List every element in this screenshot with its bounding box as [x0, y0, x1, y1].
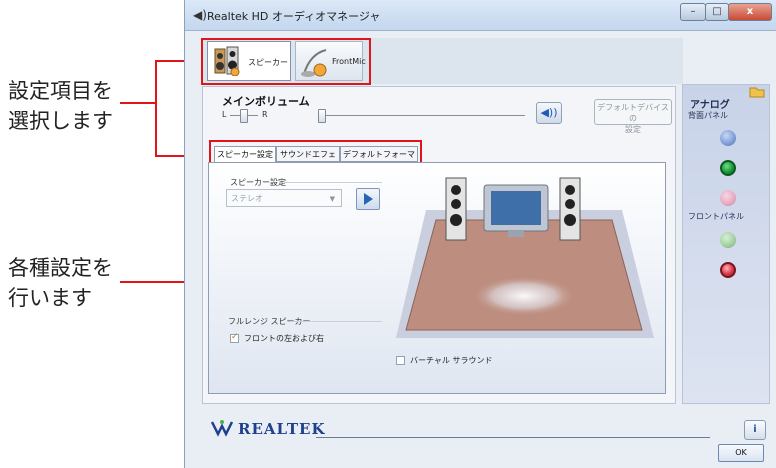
callout-line-1: 各種設定を	[8, 256, 113, 280]
jack-pink[interactable]	[720, 190, 736, 206]
virtual-surround-checkbox[interactable]	[396, 356, 405, 365]
default-button-line-2: 設定	[625, 125, 641, 134]
front-lr-label: フロントの左および右	[244, 334, 324, 343]
monitor	[483, 184, 549, 237]
balance-left-label: L	[222, 110, 227, 119]
balance-slider-thumb[interactable]	[240, 109, 248, 123]
jack-red[interactable]	[720, 262, 736, 278]
ok-button[interactable]: OK	[718, 444, 764, 462]
connector-line	[155, 60, 157, 156]
group-divider	[284, 182, 382, 183]
right-speaker	[559, 177, 581, 241]
maximize-button[interactable]: □	[705, 3, 729, 21]
speaker-config-value: ステレオ	[231, 194, 263, 203]
realtek-logo-icon	[210, 420, 234, 437]
front-lr-checkbox[interactable]: ✓	[230, 332, 239, 343]
callout-line-1: 設定項目を	[8, 79, 113, 103]
main-volume-title: メインボリューム	[222, 95, 310, 108]
analog-title: アナログ	[690, 100, 730, 111]
speaker-config-group-label: スピーカー設定	[230, 178, 286, 187]
highlight-device-tabs	[201, 38, 371, 85]
chevron-down-icon: ▼	[329, 195, 335, 203]
info-button[interactable]: i	[744, 420, 766, 440]
default-button-line-1: デフォルトデバイスの	[597, 103, 669, 123]
minimize-button[interactable]: –	[680, 3, 706, 21]
volume-slider-thumb[interactable]	[318, 109, 326, 123]
callout-settings: 各種設定を 行います	[8, 253, 113, 313]
callout-line-2: 行います	[8, 286, 92, 310]
realtek-brand: REALTEK	[238, 420, 326, 438]
balance-right-label: R	[262, 110, 268, 119]
speaker-app-icon: ◀)	[193, 8, 207, 22]
jack-blue[interactable]	[720, 130, 736, 146]
speaker-volume-icon: ◀))	[540, 106, 558, 119]
rear-panel-label: 背面パネル	[688, 111, 728, 120]
set-default-device-button[interactable]: デフォルトデバイスの 設定	[594, 99, 672, 134]
window-title: Realtek HD オーディオマネージャ	[207, 10, 381, 23]
jack-light-green[interactable]	[720, 232, 736, 248]
close-button[interactable]: x	[728, 3, 772, 21]
virtual-surround-label: バーチャル サラウンド	[410, 356, 493, 365]
play-icon	[364, 193, 373, 205]
speaker-room-illustration	[396, 177, 654, 338]
title-bar[interactable]: ◀) Realtek HD オーディオマネージャ – □ x	[185, 0, 776, 31]
jack-green[interactable]	[720, 160, 736, 176]
footer-divider	[316, 437, 710, 438]
callout-line-2: 選択します	[8, 109, 113, 133]
callout-select-items: 設定項目を 選択します	[8, 76, 113, 136]
connector-line	[120, 102, 156, 104]
checkmark-icon: ✓	[231, 332, 239, 342]
volume-track	[320, 115, 525, 116]
folder-icon[interactable]	[748, 84, 766, 98]
group-divider	[290, 321, 382, 322]
mute-button[interactable]: ◀))	[536, 102, 562, 124]
left-speaker	[445, 177, 467, 241]
speaker-config-select[interactable]: ステレオ ▼	[226, 189, 342, 207]
play-test-button[interactable]	[356, 188, 380, 210]
front-panel-label: フロントパネル	[688, 212, 744, 221]
